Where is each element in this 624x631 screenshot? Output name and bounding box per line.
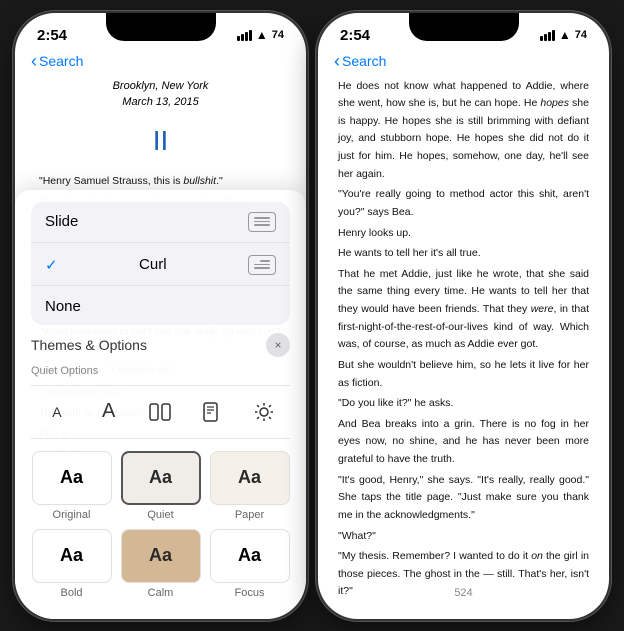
brightness-button[interactable]: [246, 394, 282, 430]
theme-grid: Aa Original Aa Quiet Aa Paper: [31, 451, 290, 599]
font-small-label: A: [52, 404, 61, 420]
theme-focus-label: Focus: [235, 587, 265, 599]
theme-quiet-text: Aa: [149, 467, 172, 488]
chapter-number: II: [39, 119, 282, 164]
status-icons-left: ▲ 74: [237, 28, 284, 42]
book-layout-button[interactable]: [142, 394, 178, 430]
page-icon: [203, 402, 221, 422]
right-para-1: He does not know what happened to Addie,…: [338, 78, 589, 184]
wifi-icon-right: ▲: [559, 28, 571, 42]
phones-container: 2:54 ▲ 74 ‹ Search Brooklyn, Ne: [13, 11, 611, 621]
curl-icon: [248, 255, 276, 275]
battery-right: 74: [575, 29, 587, 41]
theme-calm-preview: Aa: [121, 529, 201, 583]
theme-quiet-preview: Aa: [121, 451, 201, 505]
theme-focus-text: Aa: [238, 545, 261, 566]
book-content-right: He does not know what happened to Addie,…: [318, 78, 609, 594]
wifi-icon: ▲: [256, 28, 268, 42]
slide-option-none[interactable]: None: [31, 288, 290, 325]
slide-option-slide[interactable]: Slide: [31, 202, 290, 243]
theme-original-preview: Aa: [32, 451, 112, 505]
page-style-button[interactable]: [194, 394, 230, 430]
brightness-icon: [254, 402, 274, 422]
time-left: 2:54: [37, 27, 67, 44]
theme-bold-label: Bold: [60, 587, 82, 599]
back-button-left[interactable]: ‹ Search: [31, 52, 83, 70]
right-para-2: "You're really going to method actor thi…: [338, 186, 589, 221]
font-size-small-button[interactable]: A: [39, 394, 75, 430]
right-para-4: He wants to tell her it's all true.: [338, 245, 589, 263]
curl-label: Curl: [139, 256, 167, 273]
battery-left: 74: [272, 29, 284, 41]
theme-paper[interactable]: Aa Paper: [209, 451, 290, 521]
signal-icon: [237, 30, 252, 41]
theme-bold[interactable]: Aa Bold: [31, 529, 112, 599]
page-number: 524: [318, 587, 609, 599]
theme-calm[interactable]: Aa Calm: [120, 529, 201, 599]
back-chevron-right: ‹: [334, 52, 340, 70]
theme-focus-preview: Aa: [210, 529, 290, 583]
theme-paper-text: Aa: [238, 467, 261, 488]
themes-header: Themes & Options ×: [31, 333, 290, 357]
time-right: 2:54: [340, 27, 370, 44]
theme-bold-text: Aa: [60, 545, 83, 566]
theme-paper-preview: Aa: [210, 451, 290, 505]
back-label-left: Search: [39, 53, 83, 69]
overlay-panel: Slide ✓ Curl None Themes: [15, 190, 306, 619]
right-para-5: That he met Addie, just like he wrote, t…: [338, 266, 589, 354]
status-icons-right: ▲ 74: [540, 28, 587, 42]
right-para-6: But she wouldn't believe him, so he lets…: [338, 357, 589, 392]
theme-quiet[interactable]: Aa Quiet: [120, 451, 201, 521]
slide-icon: [248, 212, 276, 232]
theme-quiet-label: Quiet: [147, 509, 173, 521]
book-para-1: "Henry Samuel Strauss, this is bullshit.…: [39, 173, 282, 190]
back-chevron-left: ‹: [31, 52, 37, 70]
font-large-label: A: [102, 400, 115, 423]
right-para-9: "It's good, Henry," she says. "It's real…: [338, 472, 589, 525]
status-bar-right: 2:54 ▲ 74: [318, 13, 609, 48]
columns-icon: [149, 403, 171, 421]
close-icon: ×: [274, 338, 281, 352]
none-label: None: [45, 298, 81, 315]
checkmark-curl: ✓: [45, 256, 58, 274]
theme-bold-preview: Aa: [32, 529, 112, 583]
theme-original-text: Aa: [60, 467, 83, 488]
right-para-8: And Bea breaks into a grin. There is no …: [338, 416, 589, 469]
left-phone: 2:54 ▲ 74 ‹ Search Brooklyn, Ne: [13, 11, 308, 621]
right-phone: 2:54 ▲ 74 ‹ Search He does not know what: [316, 11, 611, 621]
nav-bar-left: ‹ Search: [15, 48, 306, 78]
right-para-10: "What?": [338, 528, 589, 546]
slide-options: Slide ✓ Curl None: [31, 202, 290, 325]
book-header: Brooklyn, New YorkMarch 13, 2015: [39, 78, 282, 111]
quiet-options-label: Quiet Options: [31, 365, 290, 377]
status-bar-left: 2:54 ▲ 74: [15, 13, 306, 48]
back-label-right: Search: [342, 53, 386, 69]
font-size-large-button[interactable]: A: [91, 394, 127, 430]
slide-label: Slide: [45, 213, 78, 230]
slide-option-curl[interactable]: ✓ Curl: [31, 245, 290, 286]
format-toolbar: A A: [31, 385, 290, 439]
signal-icon-right: [540, 30, 555, 41]
back-button-right[interactable]: ‹ Search: [334, 52, 386, 70]
themes-title: Themes & Options: [31, 337, 147, 353]
nav-bar-right: ‹ Search: [318, 48, 609, 78]
theme-original-label: Original: [53, 509, 91, 521]
theme-paper-label: Paper: [235, 509, 264, 521]
right-para-3: Henry looks up.: [338, 225, 589, 243]
theme-original[interactable]: Aa Original: [31, 451, 112, 521]
right-para-7: "Do you like it?" he asks.: [338, 395, 589, 413]
book-location: Brooklyn, New YorkMarch 13, 2015: [113, 80, 209, 109]
theme-calm-text: Aa: [149, 545, 172, 566]
close-button[interactable]: ×: [266, 333, 290, 357]
theme-focus[interactable]: Aa Focus: [209, 529, 290, 599]
theme-calm-label: Calm: [148, 587, 174, 599]
